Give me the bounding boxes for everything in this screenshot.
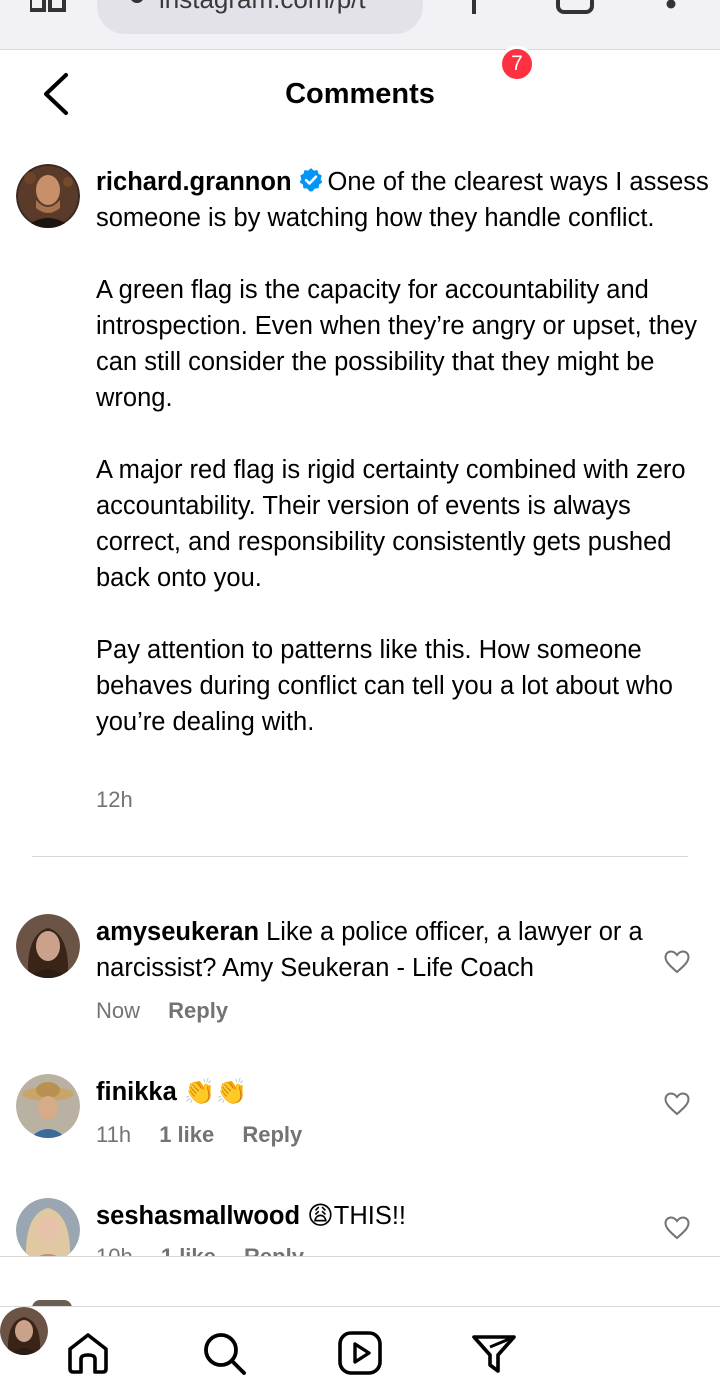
browser-toolbar: instagram.com/p/t xyxy=(0,0,720,50)
reply-button[interactable]: Reply xyxy=(244,1244,304,1256)
comment-text: 😩THIS!! xyxy=(307,1202,407,1230)
comment-text: 👏👏 xyxy=(183,1078,248,1106)
comment-meta: 11h 1 like Reply xyxy=(96,1122,324,1148)
comment-meta: 10h 1 like Reply xyxy=(96,1244,326,1256)
more-vert-icon[interactable] xyxy=(664,0,678,12)
comment-time: Now xyxy=(96,998,141,1023)
home-icon[interactable] xyxy=(64,1329,112,1377)
caption-timestamp: 12h xyxy=(96,787,133,812)
address-bar[interactable]: instagram.com/p/t xyxy=(97,0,423,34)
commenter-avatar[interactable] xyxy=(16,914,80,978)
tab-switcher-icon[interactable] xyxy=(556,0,594,14)
heart-icon[interactable] xyxy=(664,950,690,974)
activity-icon[interactable] xyxy=(470,1329,518,1377)
tabs-icon[interactable] xyxy=(30,0,66,12)
bottom-navigation xyxy=(0,1307,720,1392)
reels-icon[interactable] xyxy=(336,1329,384,1377)
comment-meta: Now Reply xyxy=(96,998,250,1024)
comment-input-divider xyxy=(0,1256,720,1257)
caption-paragraph: richard.grannon One of the clearest ways … xyxy=(96,164,716,236)
comment-username[interactable]: finikka xyxy=(96,1078,177,1106)
url-text[interactable]: instagram.com/p/t xyxy=(159,0,366,15)
comments-header: Comments xyxy=(0,51,720,141)
caption-paragraph-3: A major red flag is rigid certainty comb… xyxy=(96,456,686,592)
divider xyxy=(32,856,688,857)
page-title: Comments xyxy=(285,78,435,110)
reply-button[interactable]: Reply xyxy=(168,998,228,1023)
likes-count[interactable]: 1 like xyxy=(161,1244,216,1256)
comment-username[interactable]: seshasmallwood xyxy=(96,1202,300,1230)
caption-paragraph-2: A green flag is the capacity for account… xyxy=(96,276,698,412)
likes-count[interactable]: 1 like xyxy=(159,1122,214,1147)
heart-icon[interactable] xyxy=(664,1092,690,1116)
commenter-avatar[interactable] xyxy=(16,1074,80,1138)
caption-text: richard.grannon One of the clearest ways … xyxy=(96,164,716,740)
caption-author-avatar[interactable] xyxy=(16,164,80,228)
comments-list: amyseukeran Like a police officer, a law… xyxy=(0,870,720,1256)
comment-username[interactable]: amyseukeran xyxy=(96,918,259,946)
caption-paragraph-4: Pay attention to patterns like this. How… xyxy=(96,636,673,736)
comment-time: 10h xyxy=(96,1244,133,1256)
comment-body: finikka 👏👏 xyxy=(96,1074,646,1110)
comment-time: 11h xyxy=(96,1122,132,1147)
verified-badge-icon xyxy=(299,168,322,192)
site-info-icon[interactable] xyxy=(115,0,145,8)
comment-body: seshasmallwood 😩THIS!! xyxy=(96,1198,646,1234)
caption-username[interactable]: richard.grannon xyxy=(96,168,292,196)
reply-button[interactable]: Reply xyxy=(242,1122,302,1147)
notification-badge: 7 xyxy=(499,46,535,82)
plus-icon[interactable] xyxy=(462,0,486,14)
heart-icon[interactable] xyxy=(664,1216,690,1240)
search-icon[interactable] xyxy=(200,1329,248,1377)
comment-body: amyseukeran Like a police officer, a law… xyxy=(96,914,646,986)
profile-avatar[interactable] xyxy=(0,1307,48,1355)
commenter-avatar[interactable] xyxy=(16,1198,80,1256)
